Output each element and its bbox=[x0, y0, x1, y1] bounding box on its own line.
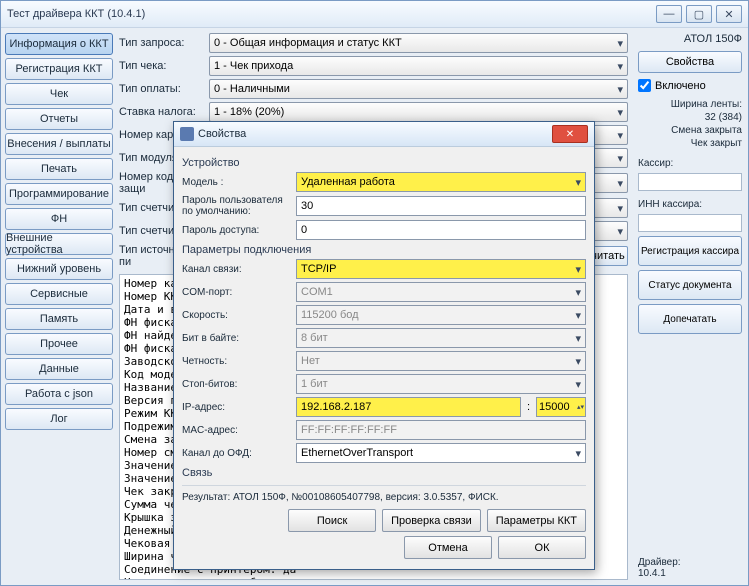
mac-input: FF:FF:FF:FF:FF:FF bbox=[296, 420, 586, 440]
ip-address-input[interactable]: 192.168.2.187 bbox=[296, 397, 521, 417]
model-combo[interactable]: Удаленная работа bbox=[296, 172, 586, 192]
form-combo[interactable]: 0 - Наличными bbox=[209, 79, 628, 99]
sidebar-item[interactable]: Работа с json bbox=[5, 383, 113, 405]
sidebar-item[interactable]: Сервисные bbox=[5, 283, 113, 305]
sidebar-item[interactable]: Регистрация ККТ bbox=[5, 58, 113, 80]
sidebar: Информация о ККТ Регистрация ККТ Чек Отчеты… bbox=[1, 27, 117, 585]
access-password-input[interactable]: 0 bbox=[296, 220, 586, 240]
device-section-header: Устройство bbox=[182, 157, 586, 169]
close-button[interactable]: ✕ bbox=[716, 5, 742, 23]
properties-dialog: Свойства ✕ Устройство Модель :Удаленная … bbox=[173, 121, 595, 570]
com-port-combo: COM1 bbox=[296, 282, 586, 302]
maximize-button[interactable]: ▢ bbox=[686, 5, 712, 23]
cashier-input[interactable] bbox=[638, 173, 742, 191]
sidebar-item[interactable]: Чек bbox=[5, 83, 113, 105]
bits-combo: 8 бит bbox=[296, 328, 586, 348]
window-title: Тест драйвера ККТ (10.4.1) bbox=[7, 8, 652, 20]
register-cashier-button[interactable]: Регистрация кассира bbox=[638, 236, 742, 266]
driver-version: Драйвер: 10.4.1 bbox=[638, 557, 742, 579]
titlebar: Тест драйвера ККТ (10.4.1) — ▢ ✕ bbox=[1, 1, 748, 28]
doprint-button[interactable]: Допечатать bbox=[638, 304, 742, 334]
ok-button[interactable]: ОК bbox=[498, 536, 586, 559]
sidebar-item[interactable]: Прочее bbox=[5, 333, 113, 355]
sidebar-item[interactable]: Внесения / выплаты bbox=[5, 133, 113, 155]
channel-combo[interactable]: TCP/IP bbox=[296, 259, 586, 279]
tape-info: Ширина ленты:32 (384)Смена закрытаЧек за… bbox=[638, 98, 742, 150]
form-combo[interactable]: 1 - 18% (20%) bbox=[209, 102, 628, 122]
ip-port-spinner[interactable]: 15000 bbox=[536, 397, 586, 417]
link-section-header: Связь bbox=[182, 467, 586, 479]
kkt-params-button[interactable]: Параметры ККТ bbox=[487, 509, 586, 532]
stopbits-combo: 1 бит bbox=[296, 374, 586, 394]
cashier-label: Кассир: bbox=[638, 158, 742, 169]
result-text: Результат: АТОЛ 150Ф, №00108605407798, в… bbox=[182, 492, 586, 503]
sidebar-item[interactable]: Память bbox=[5, 308, 113, 330]
ofd-channel-combo[interactable]: EthernetOverTransport bbox=[296, 443, 586, 463]
cancel-button[interactable]: Отмена bbox=[404, 536, 492, 559]
inn-label: ИНН кассира: bbox=[638, 199, 742, 210]
sidebar-item[interactable]: Нижний уровень bbox=[5, 258, 113, 280]
default-password-input[interactable]: 30 bbox=[296, 196, 586, 216]
sidebar-item[interactable]: Внешние устройства bbox=[5, 233, 113, 255]
form-combo[interactable]: 0 - Общая информация и статус ККТ bbox=[209, 33, 628, 53]
sidebar-item[interactable]: Отчеты bbox=[5, 108, 113, 130]
doc-status-button[interactable]: Статус документа bbox=[638, 270, 742, 300]
parity-combo: Нет bbox=[296, 351, 586, 371]
properties-button[interactable]: Свойства bbox=[638, 51, 742, 73]
sidebar-item[interactable]: Информация о ККТ bbox=[5, 33, 113, 55]
minimize-button[interactable]: — bbox=[656, 5, 682, 23]
dialog-close-button[interactable]: ✕ bbox=[552, 125, 588, 143]
dialog-title: Свойства bbox=[198, 128, 552, 140]
form-combo[interactable]: 1 - Чек прихода bbox=[209, 56, 628, 76]
check-connection-button[interactable]: Проверка связи bbox=[382, 509, 481, 532]
search-button[interactable]: Поиск bbox=[288, 509, 376, 532]
sidebar-item[interactable]: ФН bbox=[5, 208, 113, 230]
speed-combo: 115200 бод bbox=[296, 305, 586, 325]
sidebar-item[interactable]: Программирование bbox=[5, 183, 113, 205]
main-window: Тест драйвера ККТ (10.4.1) — ▢ ✕ Информа… bbox=[0, 0, 749, 586]
sidebar-item[interactable]: Лог bbox=[5, 408, 113, 430]
included-checkbox[interactable]: Включено bbox=[638, 79, 742, 92]
right-panel: АТОЛ 150Ф Свойства Включено Ширина ленты… bbox=[632, 27, 748, 585]
dialog-icon bbox=[180, 127, 194, 141]
sidebar-item[interactable]: Данные bbox=[5, 358, 113, 380]
connection-section-header: Параметры подключения bbox=[182, 244, 586, 256]
sidebar-item[interactable]: Печать bbox=[5, 158, 113, 180]
inn-input[interactable] bbox=[638, 214, 742, 232]
device-name: АТОЛ 150Ф bbox=[638, 33, 742, 45]
dialog-titlebar: Свойства ✕ bbox=[174, 122, 594, 147]
